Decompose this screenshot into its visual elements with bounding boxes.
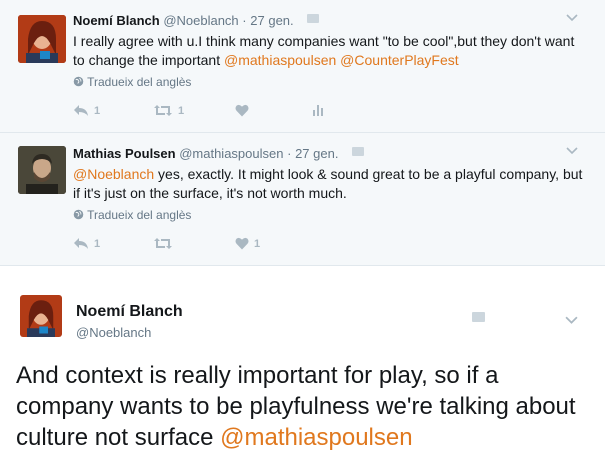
tweet-header: Mathias Poulsen @mathiaspoulsen · 27 gen…	[73, 146, 365, 161]
fullname[interactable]: Mathias Poulsen	[73, 146, 176, 161]
retweet-icon	[154, 238, 172, 249]
mention-link[interactable]: @mathiaspoulsen	[224, 52, 336, 68]
reply-button[interactable]: 1	[73, 104, 100, 117]
retweet-count: 1	[178, 104, 185, 117]
mention-link[interactable]: @mathiaspoulsen	[220, 424, 412, 451]
card-icon	[472, 312, 485, 322]
avatar[interactable]	[18, 15, 66, 63]
retweet-icon	[154, 105, 172, 116]
fullname[interactable]: Noemí Blanch	[76, 303, 183, 321]
mention-link[interactable]: @CounterPlayFest	[340, 52, 458, 68]
reply-count: 1	[94, 104, 101, 117]
expanded-tweet-text: And context is really important for play…	[16, 360, 596, 453]
chevron-down-icon[interactable]	[565, 312, 578, 330]
mention-link[interactable]: @Noeblanch	[73, 166, 154, 182]
reply-icon	[74, 238, 88, 249]
globe-icon	[73, 209, 84, 220]
tweet-text: @Noeblanch yes, exactly. It might look &…	[73, 165, 583, 203]
tweet-header: Noemí Blanch @Noeblanch · 27 gen.	[73, 13, 320, 28]
card-icon	[307, 14, 320, 23]
analytics-icon	[313, 105, 323, 116]
separator: ·	[287, 146, 292, 161]
reply-count: 1	[94, 237, 101, 250]
heart-icon	[235, 104, 249, 117]
reply-icon	[74, 105, 88, 116]
analytics-button[interactable]	[313, 104, 325, 116]
translate-link[interactable]: Tradueix del anglès	[73, 208, 191, 222]
tweet-noemi-1[interactable]: Noemí Blanch @Noeblanch · 27 gen. I real…	[0, 0, 605, 133]
handle[interactable]: @mathiaspoulsen	[179, 146, 283, 161]
tweet-mathias[interactable]: Mathias Poulsen @mathiaspoulsen · 27 gen…	[0, 133, 605, 266]
fullname[interactable]: Noemí Blanch	[73, 13, 160, 28]
like-count: 1	[254, 237, 261, 250]
tweet-text: I really agree with u.I think many compa…	[73, 32, 583, 70]
retweet-button[interactable]: 1	[153, 104, 184, 117]
separator: ·	[242, 13, 247, 28]
heart-icon	[235, 237, 249, 250]
like-button[interactable]	[235, 104, 249, 117]
timestamp[interactable]: 27 gen.	[295, 146, 338, 161]
retweet-button[interactable]	[153, 237, 173, 250]
translate-label[interactable]: Tradueix del anglès	[87, 208, 191, 222]
avatar[interactable]	[20, 295, 62, 337]
handle[interactable]: @Noeblanch	[76, 325, 151, 340]
avatar[interactable]	[18, 146, 66, 194]
like-button[interactable]: 1	[235, 237, 260, 250]
handle[interactable]: @Noeblanch	[163, 13, 238, 28]
timestamp[interactable]: 27 gen.	[250, 13, 293, 28]
card-icon	[352, 147, 365, 156]
translate-label[interactable]: Tradueix del anglès	[87, 75, 191, 89]
translate-link[interactable]: Tradueix del anglès	[73, 75, 191, 89]
globe-icon	[73, 76, 84, 87]
chevron-down-icon[interactable]	[566, 11, 580, 25]
chevron-down-icon[interactable]	[566, 144, 580, 158]
reply-button[interactable]: 1	[73, 237, 100, 250]
